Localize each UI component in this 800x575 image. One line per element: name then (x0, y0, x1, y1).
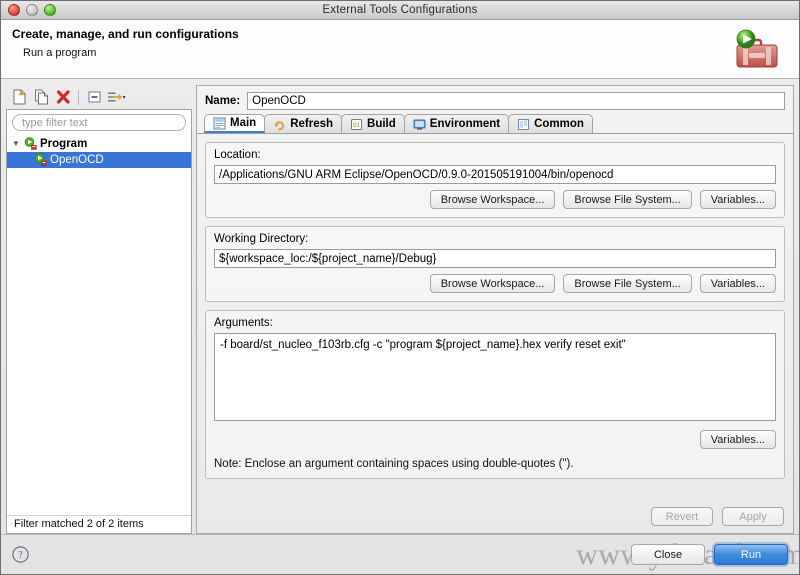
configurations-panel: ▼ Program (6, 85, 192, 534)
name-input[interactable] (247, 92, 785, 110)
close-dialog-button[interactable]: Close (631, 544, 705, 565)
tree-item-label: Program (40, 138, 87, 150)
tab-main[interactable]: Main (204, 114, 265, 133)
main-tab-panel: Location: Browse Workspace... Browse Fil… (197, 134, 793, 503)
arguments-note: Note: Enclose an argument containing spa… (214, 458, 776, 470)
new-configuration-button[interactable] (9, 87, 29, 107)
location-browse-file-system-button[interactable]: Browse File System... (563, 190, 691, 209)
build-tab-icon: 01 (350, 118, 363, 131)
dialog-footer: ? www.yiboard.com Close Run (1, 534, 799, 574)
collapse-all-button[interactable] (84, 87, 104, 107)
window-titlebar: External Tools Configurations (1, 1, 799, 20)
help-question-icon[interactable]: ? (12, 546, 29, 563)
name-label: Name: (205, 95, 240, 107)
environment-tab-icon (413, 118, 426, 131)
name-row: Name: (197, 86, 793, 114)
tree-item-program[interactable]: ▼ Program (7, 136, 191, 152)
location-label: Location: (214, 149, 776, 161)
working-directory-label: Working Directory: (214, 233, 776, 245)
tab-label: Common (534, 118, 584, 130)
filter-arrow-icon (106, 89, 126, 105)
configurations-tree-box: ▼ Program (6, 109, 192, 534)
delete-configuration-button[interactable] (53, 87, 73, 107)
page-title: Create, manage, and run configurations (12, 27, 799, 41)
tree-item-label: OpenOCD (50, 154, 104, 166)
filter-menu-button[interactable] (106, 87, 126, 107)
page-subtitle: Run a program (23, 47, 799, 59)
refresh-tab-icon (273, 118, 286, 131)
location-input[interactable] (214, 165, 776, 184)
working-directory-browse-workspace-button[interactable]: Browse Workspace... (430, 274, 556, 293)
program-run-icon (34, 153, 48, 167)
svg-text:01: 01 (353, 123, 360, 129)
configurations-tree: ▼ Program (7, 133, 191, 515)
window-title: External Tools Configurations (1, 4, 799, 16)
duplicate-configuration-button[interactable] (31, 87, 51, 107)
copy-document-icon (34, 89, 49, 105)
tab-common[interactable]: Common (508, 114, 593, 133)
dialog-header: Create, manage, and run configurations R… (1, 20, 799, 79)
arguments-group: Arguments: Variables... Note: Enclose an… (205, 310, 785, 479)
program-run-icon (24, 137, 38, 151)
location-group: Location: Browse Workspace... Browse Fil… (205, 142, 785, 218)
tab-refresh[interactable]: Refresh (264, 114, 342, 133)
tab-label: Refresh (290, 118, 333, 130)
main-tab-icon (213, 117, 226, 130)
arguments-textarea[interactable] (214, 333, 776, 421)
tree-item-openocd[interactable]: OpenOCD (7, 152, 191, 168)
tab-label: Main (230, 117, 256, 129)
revert-apply-row: Revert Apply (197, 503, 793, 533)
location-buttons: Browse Workspace... Browse File System..… (214, 190, 776, 209)
filter-input[interactable] (12, 114, 186, 131)
svg-text:?: ? (18, 550, 23, 561)
configurations-toolbar (6, 85, 192, 109)
working-directory-group: Working Directory: Browse Workspace... B… (205, 226, 785, 302)
footer-buttons: Close Run (631, 544, 788, 565)
location-browse-workspace-button[interactable]: Browse Workspace... (430, 190, 556, 209)
arguments-label: Arguments: (214, 317, 776, 329)
apply-button[interactable]: Apply (722, 507, 784, 526)
collapse-all-icon (87, 89, 102, 105)
location-variables-button[interactable]: Variables... (700, 190, 776, 209)
revert-button[interactable]: Revert (651, 507, 713, 526)
working-directory-buttons: Browse Workspace... Browse File System..… (214, 274, 776, 293)
run-button[interactable]: Run (714, 544, 788, 565)
tab-label: Environment (430, 118, 500, 130)
filter-row (7, 110, 191, 133)
arguments-buttons: Variables... (214, 430, 776, 449)
tab-label: Build (367, 118, 396, 130)
working-directory-variables-button[interactable]: Variables... (700, 274, 776, 293)
toolbar-separator (78, 90, 79, 105)
filter-status-text: Filter matched 2 of 2 items (7, 515, 191, 533)
expand-triangle-icon[interactable]: ▼ (12, 140, 24, 148)
working-directory-input[interactable] (214, 249, 776, 268)
tab-build[interactable]: 01 Build (341, 114, 405, 133)
arguments-variables-button[interactable]: Variables... (700, 430, 776, 449)
delete-x-icon (56, 89, 71, 105)
new-document-icon (12, 89, 27, 105)
configuration-editor: Name: Main Refresh (196, 85, 794, 534)
toolbox-run-icon (725, 26, 785, 74)
tab-bar: Main Refresh 01 Build (197, 114, 793, 134)
dialog-body: ▼ Program (1, 79, 799, 534)
tab-environment[interactable]: Environment (404, 114, 509, 133)
external-tools-configurations-window: External Tools Configurations Create, ma… (0, 0, 800, 575)
common-tab-icon (517, 118, 530, 131)
working-directory-browse-file-system-button[interactable]: Browse File System... (563, 274, 691, 293)
